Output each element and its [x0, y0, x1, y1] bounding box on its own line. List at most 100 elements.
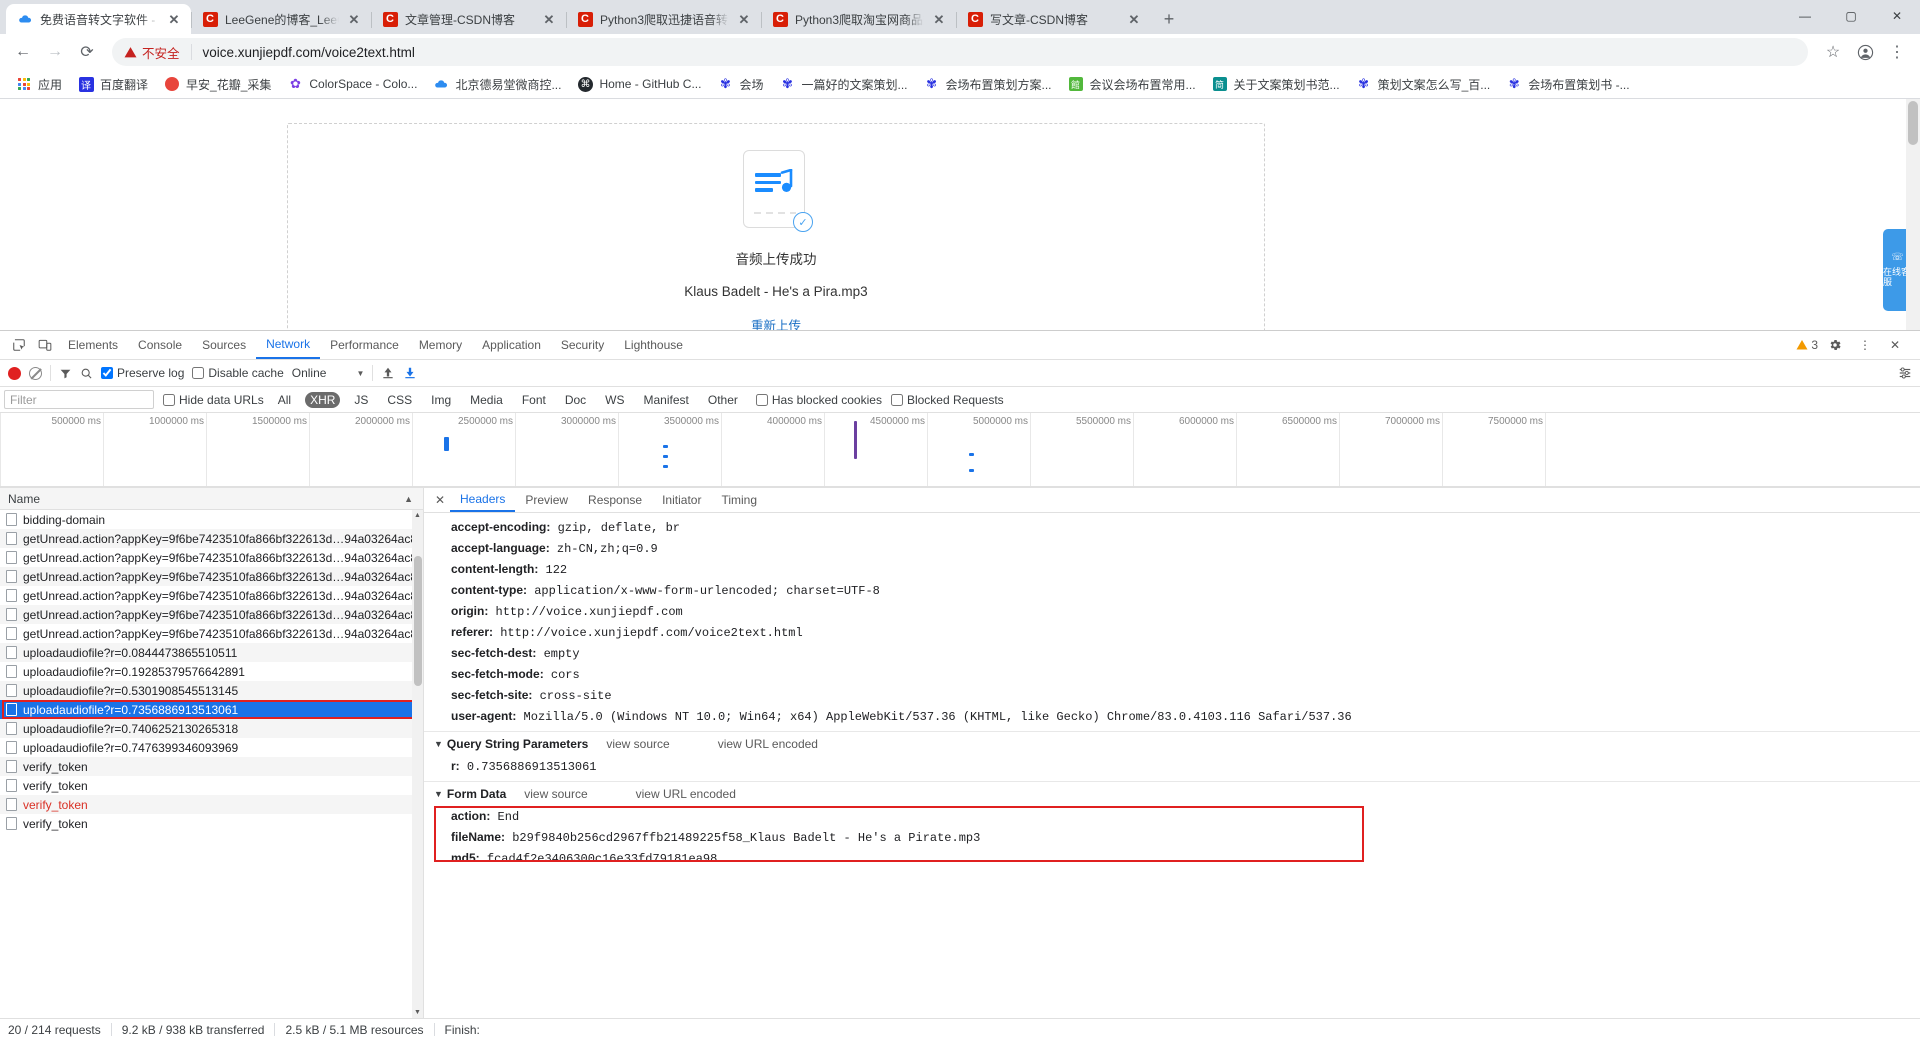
page-scrollbar-thumb[interactable]: [1908, 101, 1918, 145]
detail-close-icon[interactable]: ✕: [430, 493, 450, 507]
bookmark-huaban[interactable]: 早安_花瓣_采集: [156, 73, 279, 96]
chrome-menu-icon[interactable]: ⋮: [1882, 37, 1912, 67]
capture-settings-icon[interactable]: [1898, 366, 1912, 380]
bookmark-huichang-cehuashu[interactable]: ✾ 会场布置策划书 -...: [1498, 73, 1637, 96]
caret-down-icon[interactable]: ▼: [434, 739, 443, 749]
close-window-button[interactable]: ✕: [1874, 0, 1920, 32]
filter-type-css[interactable]: CSS: [382, 392, 417, 408]
request-list-scroll-thumb[interactable]: [413, 556, 422, 686]
table-row[interactable]: getUnread.action?appKey=9f6be7423510fa86…: [0, 586, 423, 605]
devtools-tab-application[interactable]: Application: [472, 331, 551, 359]
devtools-tab-elements[interactable]: Elements: [58, 331, 128, 359]
query-string-section-header[interactable]: ▼ Query String Parameters view source vi…: [424, 731, 1920, 756]
network-overview-timeline[interactable]: 500000 ms 1000000 ms 1500000 ms 2000000 …: [0, 413, 1920, 488]
bookmark-wenan[interactable]: ✾ 一篇好的文案策划...: [772, 73, 916, 96]
devtools-tab-security[interactable]: Security: [551, 331, 614, 359]
blocked-requests-input[interactable]: [890, 393, 903, 406]
disable-cache-input[interactable]: [192, 367, 205, 379]
detail-tab-timing[interactable]: Timing: [711, 488, 767, 512]
disable-cache-checkbox[interactable]: Disable cache: [192, 366, 284, 380]
devtools-tab-performance[interactable]: Performance: [320, 331, 409, 359]
tab-close-icon-4[interactable]: ✕: [931, 11, 947, 27]
table-row[interactable]: verify_token: [0, 757, 423, 776]
filter-input[interactable]: Filter: [4, 390, 154, 409]
tab-close-icon-0[interactable]: ✕: [166, 11, 182, 27]
bookmark-wenan-fanben[interactable]: 简 关于文案策划书范...: [1204, 73, 1348, 96]
has-blocked-cookies-input[interactable]: [755, 393, 768, 406]
browser-tab-4[interactable]: C Python3爬取淘宝网商品数据_Le ✕: [761, 4, 956, 34]
detail-tab-headers[interactable]: Headers: [450, 488, 516, 512]
sort-ascending-icon[interactable]: ▲: [404, 494, 413, 504]
filter-type-font[interactable]: Font: [517, 392, 551, 408]
table-row[interactable]: getUnread.action?appKey=9f6be7423510fa86…: [0, 624, 423, 643]
bookmark-baidu-translate[interactable]: 译 百度翻译: [70, 73, 156, 96]
bookmark-huiyi-changyong[interactable]: 館 会议会场布置常用...: [1060, 73, 1204, 96]
bookmark-huichang[interactable]: ✾ 会场: [709, 73, 771, 96]
devtools-tab-memory[interactable]: Memory: [409, 331, 472, 359]
clear-button[interactable]: [29, 366, 42, 380]
detail-tab-initiator[interactable]: Initiator: [652, 488, 711, 512]
filter-icon[interactable]: [59, 367, 72, 380]
form-view-source-link[interactable]: view source: [524, 787, 587, 801]
back-icon[interactable]: ←: [8, 37, 38, 67]
filter-type-js[interactable]: JS: [349, 392, 373, 408]
table-row[interactable]: uploadaudiofile?r=0.0844473865510511: [0, 643, 423, 662]
list-scroll-down-arrow[interactable]: ▼: [412, 1007, 423, 1018]
headers-body[interactable]: accept-encoding: gzip, deflate, br accep…: [424, 513, 1920, 1018]
profile-icon[interactable]: [1850, 37, 1880, 67]
form-view-url-encoded-link[interactable]: view URL encoded: [636, 787, 736, 801]
filter-type-img[interactable]: Img: [426, 392, 456, 408]
bookmark-star-icon[interactable]: ☆: [1818, 37, 1848, 67]
request-list-scrollbar[interactable]: ▲ ▼: [412, 510, 423, 1018]
forward-icon[interactable]: →: [40, 37, 70, 67]
detail-tab-response[interactable]: Response: [578, 488, 652, 512]
devtools-close-icon[interactable]: ✕: [1882, 332, 1908, 358]
filter-type-media[interactable]: Media: [465, 392, 508, 408]
table-row[interactable]: getUnread.action?appKey=9f6be7423510fa86…: [0, 567, 423, 586]
table-row[interactable]: getUnread.action?appKey=9f6be7423510fa86…: [0, 548, 423, 567]
detail-tab-preview[interactable]: Preview: [515, 488, 578, 512]
list-scroll-up-arrow[interactable]: ▲: [412, 510, 423, 521]
devtools-tab-network[interactable]: Network: [256, 331, 321, 359]
preserve-log-checkbox[interactable]: Preserve log: [101, 366, 184, 380]
search-icon[interactable]: [80, 367, 93, 380]
table-row[interactable]: uploadaudiofile?r=0.7406252130265318: [0, 719, 423, 738]
filter-type-xhr[interactable]: XHR: [305, 391, 341, 408]
blocked-requests-checkbox[interactable]: Blocked Requests: [890, 393, 1004, 407]
import-har-icon[interactable]: [381, 366, 395, 380]
tab-close-icon-1[interactable]: ✕: [346, 11, 362, 27]
bookmark-cehua-wenan[interactable]: ✾ 策划文案怎么写_百...: [1348, 73, 1499, 96]
gear-icon[interactable]: [1822, 332, 1848, 358]
table-row[interactable]: uploadaudiofile?r=0.7476399346093969: [0, 738, 423, 757]
reload-icon[interactable]: ⟳: [72, 37, 102, 67]
devtools-tab-lighthouse[interactable]: Lighthouse: [614, 331, 693, 359]
filter-type-all[interactable]: All: [273, 392, 296, 408]
export-har-icon[interactable]: [403, 366, 417, 380]
table-row[interactable]: verify_token: [0, 814, 423, 833]
table-row-selected[interactable]: uploadaudiofile?r=0.7356886913513061: [0, 700, 423, 719]
browser-tab-0[interactable]: 免费语音转文字软件 - 免费在线 ✕: [6, 4, 191, 34]
request-rows[interactable]: bidding-domain getUnread.action?appKey=9…: [0, 510, 423, 1018]
record-button[interactable]: [8, 366, 21, 380]
table-row[interactable]: getUnread.action?appKey=9f6be7423510fa86…: [0, 529, 423, 548]
warning-badge[interactable]: 3: [1796, 338, 1818, 352]
new-tab-button[interactable]: +: [1155, 5, 1183, 33]
table-row[interactable]: verify_token: [0, 795, 423, 814]
table-row[interactable]: bidding-domain: [0, 510, 423, 529]
tab-close-icon-2[interactable]: ✕: [541, 11, 557, 27]
address-bar[interactable]: 不安全 voice.xunjiepdf.com/voice2text.html: [112, 38, 1808, 66]
hide-data-urls-checkbox[interactable]: Hide data URLs: [163, 393, 264, 407]
devtools-tab-console[interactable]: Console: [128, 331, 192, 359]
table-row[interactable]: getUnread.action?appKey=9f6be7423510fa86…: [0, 605, 423, 624]
form-data-section-header[interactable]: ▼ Form Data view source view URL encoded: [424, 781, 1920, 806]
filter-type-doc[interactable]: Doc: [560, 392, 591, 408]
devtools-tab-sources[interactable]: Sources: [192, 331, 256, 359]
inspect-element-icon[interactable]: [6, 332, 32, 358]
caret-down-icon-2[interactable]: ▼: [434, 789, 443, 799]
throttling-select[interactable]: Online ▼: [292, 366, 365, 380]
minimize-button[interactable]: —: [1782, 0, 1828, 32]
tab-close-icon-3[interactable]: ✕: [736, 11, 752, 27]
query-view-source-link[interactable]: view source: [606, 737, 669, 751]
hide-data-urls-input[interactable]: [163, 393, 175, 406]
filter-type-ws[interactable]: WS: [600, 392, 629, 408]
